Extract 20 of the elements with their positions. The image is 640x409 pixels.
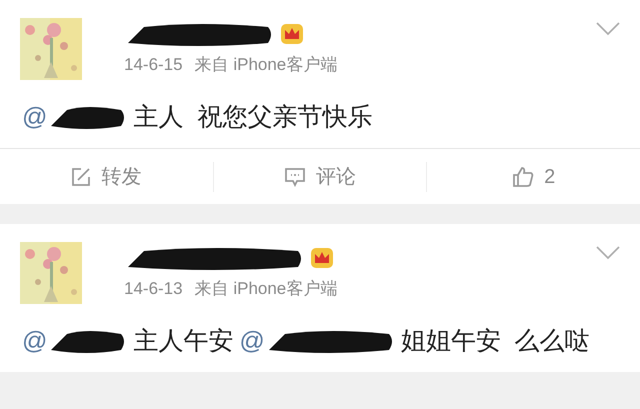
post-source: 来自 iPhone客户端: [194, 278, 338, 300]
post-text: 主人午安: [133, 327, 234, 355]
comment-icon: [284, 166, 306, 186]
post-date: 14-6-13: [124, 278, 183, 300]
chevron-down-icon[interactable]: [596, 22, 620, 36]
mention-at[interactable]: @: [239, 322, 265, 360]
like-button[interactable]: 2: [512, 162, 556, 192]
edit-icon: [71, 166, 92, 186]
repost-button[interactable]: 转发: [71, 162, 142, 192]
mention-at[interactable]: @: [22, 98, 48, 136]
thumbs-up-icon: [512, 166, 534, 188]
mention-at[interactable]: @: [22, 322, 48, 360]
crown-badge-icon: [310, 247, 334, 269]
post-date: 14-6-15: [124, 54, 183, 76]
crown-badge-icon: [280, 23, 304, 45]
post-text: 姐姐午安 么么哒: [400, 327, 590, 355]
comment-button[interactable]: 评论: [284, 162, 356, 192]
post-text: 主人 祝您父亲节快乐: [133, 103, 372, 131]
post-source: 来自 iPhone客户端: [194, 54, 338, 76]
chevron-down-icon[interactable]: [596, 246, 620, 260]
